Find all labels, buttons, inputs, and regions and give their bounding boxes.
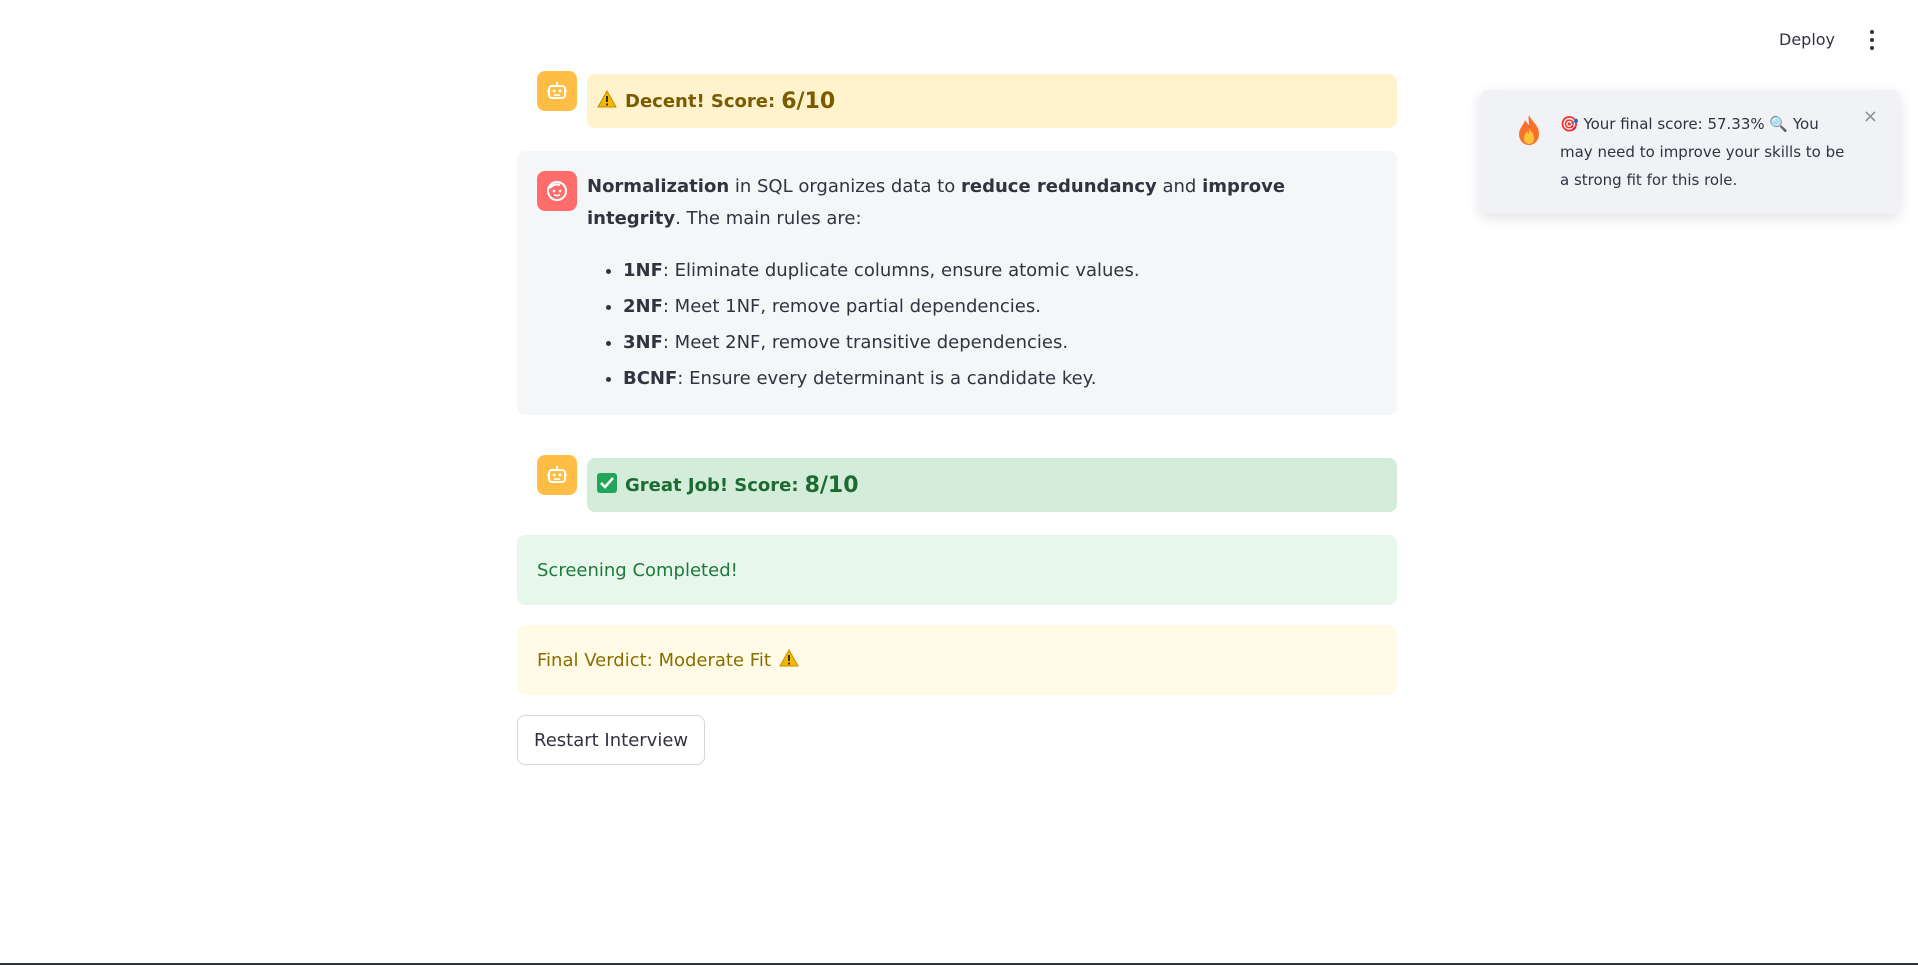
- user-message: Normalization in SQL organizes data to r…: [517, 151, 1397, 415]
- check-box-icon: [597, 473, 617, 497]
- rule-name: 1NF: [623, 260, 663, 281]
- answer-intro: Normalization in SQL organizes data to r…: [587, 171, 1377, 235]
- rule-item: 1NF: Eliminate duplicate columns, ensure…: [623, 253, 1377, 289]
- rule-name: BCNF: [623, 368, 678, 389]
- score-label: Great Job! Score:: [625, 474, 799, 496]
- rule-item: 2NF: Meet 1NF, remove partial dependenci…: [623, 289, 1377, 325]
- rule-text: : Meet 2NF, remove transitive dependenci…: [662, 332, 1069, 353]
- final-score-toast: 🎯 Your final score: 57.33% 🔍 You may nee…: [1480, 90, 1900, 214]
- score-value: 8/10: [804, 472, 859, 498]
- final-verdict-banner: Final Verdict: Moderate Fit: [517, 625, 1397, 695]
- rules-list: 1NF: Eliminate duplicate columns, ensure…: [587, 253, 1377, 397]
- warning-icon: [597, 89, 617, 112]
- score-value: 6/10: [781, 88, 836, 114]
- rule-name: 3NF: [623, 332, 663, 353]
- user-avatar-icon: [537, 171, 577, 211]
- bot-avatar-icon: [537, 71, 577, 111]
- rule-text: : Eliminate duplicate columns, ensure at…: [662, 260, 1140, 281]
- rule-text: : Meet 1NF, remove partial dependencies.: [662, 296, 1041, 317]
- answer-text: and: [1156, 176, 1203, 197]
- answer-text: . The main rules are:: [675, 208, 862, 229]
- rule-text: : Ensure every determinant is a candidat…: [677, 368, 1097, 389]
- app-page: Deploy Decent! Score: 6/10 Normalization…: [0, 0, 1918, 965]
- toast-message: 🎯 Your final score: 57.33% 🔍 You may nee…: [1560, 115, 1845, 189]
- screening-completed-banner: Screening Completed!: [517, 535, 1397, 605]
- rule-item: BCNF: Ensure every determinant is a cand…: [623, 361, 1377, 397]
- answer-term: Normalization: [587, 176, 730, 197]
- answer-text: in SQL organizes data to: [729, 176, 961, 197]
- bot-avatar-icon: [537, 455, 577, 495]
- rule-item: 3NF: Meet 2NF, remove transitive depende…: [623, 325, 1377, 361]
- main-menu-icon[interactable]: [1868, 30, 1876, 50]
- answer-content: Normalization in SQL organizes data to r…: [587, 171, 1377, 397]
- rule-name: 2NF: [623, 296, 663, 317]
- restart-interview-button[interactable]: Restart Interview: [517, 715, 706, 765]
- close-icon[interactable]: ×: [1863, 106, 1878, 127]
- warning-icon: [779, 648, 799, 672]
- status-text: Screening Completed!: [537, 559, 738, 581]
- flame-icon: [1516, 114, 1542, 146]
- answer-emphasis: reduce redundancy: [960, 176, 1157, 197]
- verdict-text: Final Verdict: Moderate Fit: [537, 649, 771, 671]
- score-label: Decent! Score:: [625, 90, 776, 112]
- score-alert-great: Great Job! Score: 8/10: [587, 458, 1397, 512]
- score-alert-decent: Decent! Score: 6/10: [587, 74, 1397, 128]
- deploy-button[interactable]: Deploy: [1773, 26, 1841, 53]
